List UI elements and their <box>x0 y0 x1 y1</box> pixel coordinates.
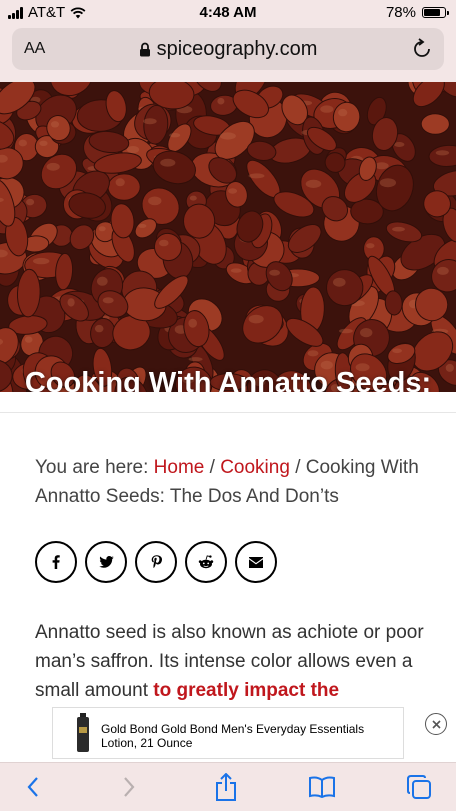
breadcrumb-prefix: You are here: <box>35 457 149 478</box>
back-button[interactable] <box>18 773 48 801</box>
browser-chrome: AA spiceography.com <box>0 26 456 82</box>
battery-group: 78% <box>385 4 449 21</box>
photo-shade <box>0 82 456 392</box>
chevron-left-icon <box>27 777 38 797</box>
status-bar: AT&T 4:48 AM 78% <box>0 0 456 26</box>
twitter-icon <box>98 556 114 568</box>
breadcrumb-separator: / <box>295 457 301 478</box>
hero-image: Cooking With Annatto Seeds: The Dos And … <box>0 82 456 392</box>
breadcrumb-category-link[interactable]: Cooking <box>220 457 290 478</box>
article-inline-link[interactable]: to greatly impact the <box>153 680 339 701</box>
safari-toolbar <box>0 762 456 811</box>
url-display[interactable]: spiceography.com <box>12 38 444 61</box>
tabs-button[interactable] <box>404 773 434 801</box>
chevron-right-icon <box>124 777 135 797</box>
article-card: You are here: Home / Cooking / Cooking W… <box>0 412 456 713</box>
battery-icon <box>422 7 449 18</box>
article-body: Annatto seed is also known as achiote or… <box>35 618 435 705</box>
battery-percent: 78% <box>385 4 416 21</box>
share-facebook-button[interactable] <box>35 541 77 583</box>
breadcrumb-separator: / <box>209 457 215 478</box>
facebook-icon <box>52 555 60 569</box>
share-buttons <box>35 541 277 583</box>
page-title: Cooking With Annatto Seeds: The Dos And … <box>24 367 432 392</box>
battery-level <box>424 9 440 16</box>
forward-button[interactable] <box>114 773 144 801</box>
annatto-seeds-photo <box>0 82 456 392</box>
share-twitter-button[interactable] <box>85 541 127 583</box>
email-icon <box>249 556 263 568</box>
tabs-icon <box>407 775 431 799</box>
pinterest-icon <box>151 555 162 569</box>
book-icon <box>309 776 335 798</box>
reddit-icon <box>198 555 214 569</box>
share-email-button[interactable] <box>235 541 277 583</box>
breadcrumb: You are here: Home / Cooking / Cooking W… <box>35 453 425 511</box>
share-icon <box>216 773 236 801</box>
share-reddit-button[interactable] <box>185 541 227 583</box>
bookmarks-button[interactable] <box>307 773 337 801</box>
reload-icon[interactable] <box>412 38 432 60</box>
lock-icon <box>139 42 150 57</box>
share-sheet-button[interactable] <box>211 773 241 801</box>
address-bar[interactable]: AA spiceography.com <box>12 28 444 70</box>
breadcrumb-home-link[interactable]: Home <box>154 457 205 478</box>
close-icon <box>431 719 441 729</box>
ad-banner[interactable]: Gold Bond Gold Bond Men's Everyday Essen… <box>52 707 404 759</box>
share-pinterest-button[interactable] <box>135 541 177 583</box>
url-text: spiceography.com <box>156 38 318 60</box>
ad-close-button[interactable] <box>425 713 447 735</box>
ad-text: Gold Bond Gold Bond Men's Everyday Essen… <box>101 722 365 750</box>
lotion-bottle-image <box>77 713 89 752</box>
ad-overlay: Gold Bond Gold Bond Men's Everyday Essen… <box>0 706 456 762</box>
